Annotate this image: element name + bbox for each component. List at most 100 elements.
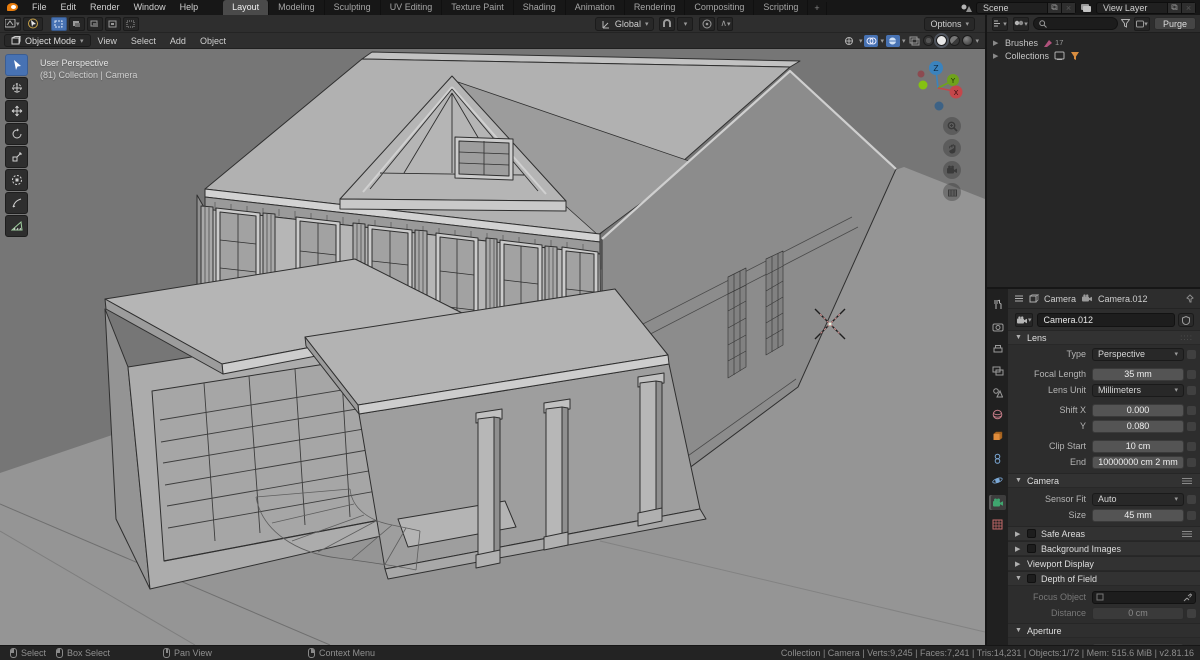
menu-edit[interactable]: Edit (54, 0, 84, 15)
tab-texture-paint[interactable]: Texture Paint (442, 0, 514, 15)
clip-end-field[interactable]: 10000000 cm 2 mm (1092, 455, 1184, 469)
scene-name[interactable]: Scene (977, 3, 1047, 13)
proportional-editing-toggle[interactable] (699, 16, 716, 31)
background-images-checkbox[interactable] (1027, 544, 1036, 553)
menu-file[interactable]: File (25, 0, 54, 15)
delete-scene-icon[interactable]: × (1061, 2, 1075, 13)
dof-checkbox[interactable] (1027, 574, 1036, 583)
camera-browse-dropdown[interactable]: ▾ (1015, 313, 1033, 327)
shading-dropdown-caret[interactable]: ▾ (975, 37, 979, 45)
fake-user-button[interactable] (1178, 313, 1194, 327)
snap-settings-dropdown[interactable]: ▾ (677, 16, 694, 31)
outliner-item-brushes[interactable]: ▶ Brushes 17 (987, 36, 1200, 49)
tab-texture[interactable] (989, 517, 1006, 532)
gizmo-z-neg[interactable] (934, 101, 944, 111)
shading-rendered-button[interactable] (962, 35, 974, 46)
tool-move[interactable] (5, 100, 28, 122)
viewport-menu-select[interactable]: Select (124, 36, 163, 46)
proportional-falloff-dropdown[interactable]: ∧ ▾ (717, 16, 734, 31)
shift-x-field[interactable]: 0.000 (1092, 403, 1184, 417)
panel-viewport-display-header[interactable]: ▶ Viewport Display (1008, 556, 1200, 571)
gizmo-y-neg[interactable] (918, 80, 928, 90)
select-mode-invert[interactable] (104, 16, 121, 31)
outliner-search[interactable] (1033, 17, 1118, 30)
sensor-size-field[interactable]: 45 mm (1092, 508, 1184, 522)
animate-dot[interactable] (1187, 421, 1196, 431)
zoom-button[interactable] (943, 117, 961, 135)
shading-wireframe-button[interactable] (923, 35, 935, 46)
funnel-filter-icon[interactable] (1120, 19, 1130, 28)
clip-start-field[interactable]: 10 cm (1092, 439, 1184, 453)
overlays-toggle[interactable] (864, 34, 879, 47)
animate-dot[interactable] (1187, 405, 1196, 415)
select-mode-subtract[interactable] (86, 16, 103, 31)
pin-icon[interactable] (1186, 294, 1194, 303)
select-mode-intersect[interactable] (122, 16, 139, 31)
tab-rendering[interactable]: Rendering (625, 0, 686, 15)
tab-uv-editing[interactable]: UV Editing (381, 0, 443, 15)
panel-camera-header[interactable]: ▼ Camera (1008, 473, 1200, 488)
view-layer-name[interactable]: View Layer (1097, 3, 1167, 13)
presets-icon[interactable] (1181, 477, 1193, 485)
view-layer-field[interactable]: View Layer ⧉ × (1096, 1, 1196, 14)
tab-scene[interactable] (989, 385, 1006, 400)
tab-world[interactable] (989, 407, 1006, 422)
scene-field[interactable]: Scene ⧉ × (976, 1, 1076, 14)
shift-y-field[interactable]: 0.080 (1092, 419, 1184, 433)
options-dropdown[interactable]: Options ▾ (924, 16, 975, 31)
purge-button[interactable]: Purge (1153, 17, 1196, 30)
animate-dot[interactable] (1187, 608, 1196, 618)
gizmo-x-neg[interactable] (917, 70, 925, 78)
expand-arrow-icon[interactable]: ▶ (993, 52, 1000, 60)
tool-select-box[interactable] (5, 54, 28, 76)
show-gizmo-dropdown[interactable] (843, 35, 857, 47)
outliner-display-mode-dropdown[interactable]: ▾ (992, 16, 1008, 31)
animate-dot[interactable] (1187, 457, 1196, 467)
animate-dot[interactable] (1187, 349, 1196, 359)
viewport-menu-object[interactable]: Object (193, 36, 233, 46)
tab-scripting[interactable]: Scripting (754, 0, 809, 15)
gizmo-caret[interactable]: ▾ (859, 37, 863, 45)
blender-logo-icon[interactable] (5, 2, 21, 13)
expand-arrow-icon[interactable]: ▶ (993, 39, 1000, 47)
animate-dot[interactable] (1187, 441, 1196, 451)
focal-length-field[interactable]: 35 mm (1092, 367, 1184, 381)
tab-shading[interactable]: Shading (514, 0, 566, 15)
select-mode-extend[interactable] (68, 16, 85, 31)
shading-solid-button[interactable] (936, 35, 948, 46)
focus-object-field[interactable] (1092, 590, 1196, 604)
type-dropdown[interactable]: Perspective ▾ (1092, 347, 1184, 361)
new-scene-icon[interactable]: ⧉ (1047, 2, 1061, 13)
viewport-menu-add[interactable]: Add (163, 36, 193, 46)
select-mode-set[interactable] (50, 16, 67, 31)
safe-areas-checkbox[interactable] (1027, 529, 1036, 538)
tab-constraints[interactable] (989, 451, 1006, 466)
menu-render[interactable]: Render (83, 0, 127, 15)
tab-tool[interactable] (989, 297, 1006, 312)
panel-background-images-header[interactable]: ▶ Background Images (1008, 541, 1200, 556)
search-input[interactable] (1051, 18, 1111, 29)
tab-object-data[interactable] (989, 495, 1006, 510)
panel-safe-areas-header[interactable]: ▶ Safe Areas (1008, 526, 1200, 541)
panel-aperture-header[interactable]: ▼ Aperture (1008, 623, 1200, 638)
ortho-toggle-button[interactable] (943, 183, 961, 201)
tool-rotate[interactable] (5, 123, 28, 145)
outliner-collection-dropdown[interactable]: ▾ (1133, 16, 1150, 31)
snap-toggle[interactable] (659, 16, 676, 31)
tab-layout[interactable]: Layout (223, 0, 270, 15)
breadcrumb-data[interactable]: Camera.012 (1098, 294, 1148, 304)
render-pass-icon[interactable] (907, 35, 921, 47)
tab-animation[interactable]: Animation (566, 0, 625, 15)
tool-cursor[interactable] (5, 77, 28, 99)
tool-annotate[interactable] (5, 192, 28, 214)
sensor-fit-dropdown[interactable]: Auto ▾ (1092, 492, 1184, 506)
viewport-menu-view[interactable]: View (91, 36, 124, 46)
panel-lens-header[interactable]: ▼ Lens:::: (1008, 330, 1200, 345)
tab-output[interactable] (989, 341, 1006, 356)
tab-object[interactable] (989, 429, 1006, 444)
tab-render[interactable] (989, 319, 1006, 334)
distance-field[interactable]: 0 cm (1092, 606, 1184, 620)
panel-dof-header[interactable]: ▼ Depth of Field (1008, 571, 1200, 586)
animate-dot[interactable] (1187, 510, 1196, 520)
menu-window[interactable]: Window (127, 0, 173, 15)
